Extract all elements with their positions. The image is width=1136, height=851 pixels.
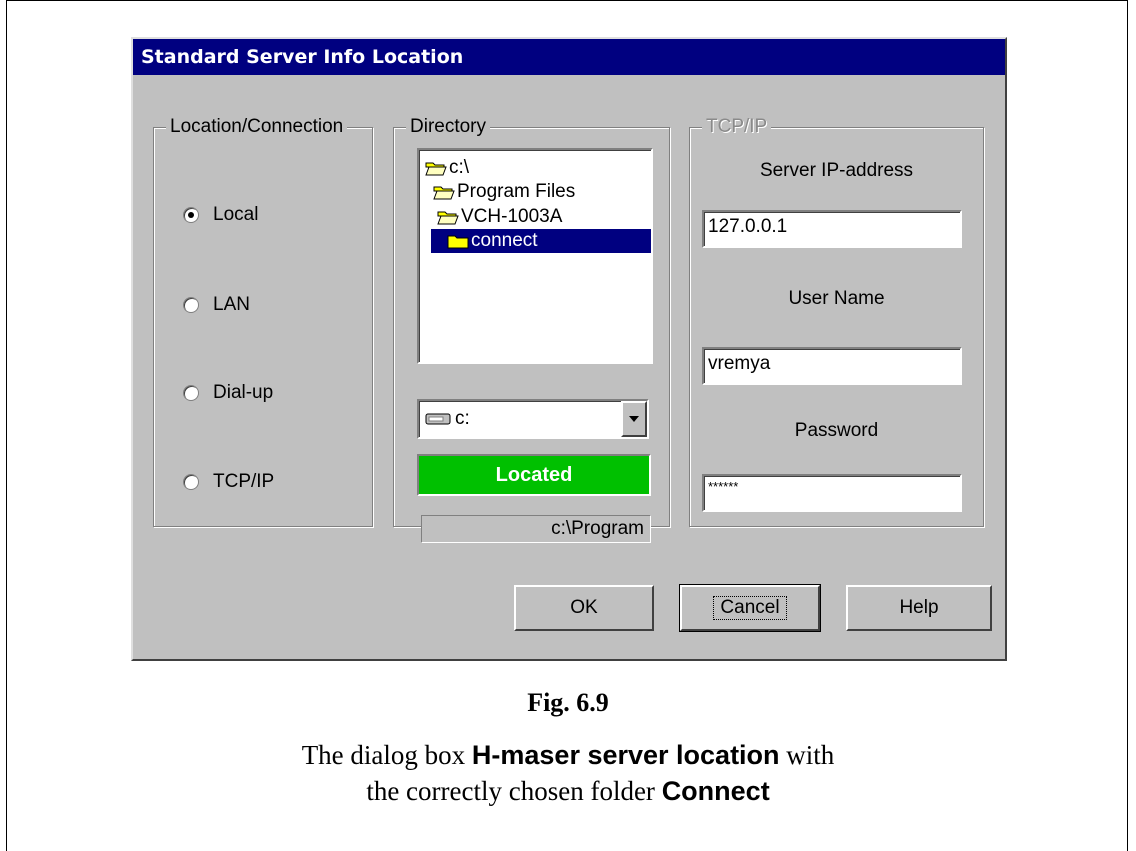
tree-item-connect[interactable]: connect: [431, 229, 651, 253]
user-name-field[interactable]: vremya: [702, 347, 962, 385]
cancel-button[interactable]: Cancel: [679, 584, 821, 632]
caption-bold-term: H-maser server location: [471, 740, 780, 770]
open-folder-icon: [425, 162, 447, 176]
directory-group: Directory c:\ Program Files VCH-1003A co…: [393, 116, 670, 543]
caption-line-1: The dialog box H-maser server location w…: [0, 737, 1136, 773]
cancel-button-label: Cancel: [713, 596, 787, 620]
password-field[interactable]: ******: [702, 474, 962, 512]
tree-item-label: Program Files: [457, 181, 576, 202]
caption-bold-term: Connect: [661, 776, 770, 806]
radio-dial-up-label: Dial-up: [213, 382, 274, 403]
tree-item-vch-1003a[interactable]: VCH-1003A: [437, 205, 562, 229]
tcpip-group-label: TCP/IP: [702, 116, 772, 138]
radio-dial-up-indicator[interactable]: [183, 385, 199, 401]
radio-local-indicator[interactable]: [183, 207, 199, 223]
user-name-label: User Name: [788, 288, 885, 309]
tcpip-group: TCP/IP Server IP-address 127.0.0.1 User …: [689, 116, 984, 527]
tree-item-program-files[interactable]: Program Files: [433, 180, 575, 204]
radio-tcpip-label: TCP/IP: [213, 471, 275, 492]
tree-item-label: c:\: [449, 157, 470, 178]
radio-lan-label: LAN: [213, 294, 250, 315]
radio-local[interactable]: Local: [183, 204, 258, 226]
dropdown-arrow-icon: [629, 416, 639, 422]
figure-caption: The dialog box H-maser server location w…: [0, 737, 1136, 809]
open-folder-icon: [437, 211, 459, 225]
password-label: Password: [794, 420, 879, 441]
radio-lan-indicator[interactable]: [183, 297, 199, 313]
caption-line-2: the correctly chosen folder Connect: [0, 773, 1136, 809]
caption-text: The dialog box: [301, 740, 472, 770]
radio-local-label: Local: [213, 204, 259, 225]
radio-dial-up[interactable]: Dial-up: [183, 382, 273, 404]
help-button-label: Help: [899, 597, 939, 618]
caption-text: the correctly chosen folder: [366, 776, 662, 806]
radio-tcpip[interactable]: TCP/IP: [183, 471, 274, 493]
help-button[interactable]: Help: [846, 585, 992, 631]
location-connection-group: Location/Connection Local LAN Dial-up TC…: [153, 116, 373, 527]
tree-item-root[interactable]: c:\: [425, 156, 469, 180]
open-folder-icon: [433, 186, 455, 200]
ok-button-label: OK: [570, 597, 598, 618]
server-location-dialog: Standard Server Info Location Location/C…: [131, 37, 1007, 661]
folder-icon: [447, 235, 469, 249]
drive-icon: [425, 413, 451, 425]
ok-button[interactable]: OK: [514, 585, 654, 631]
dialog-title: Standard Server Info Location: [133, 39, 1005, 75]
location-status: Located: [417, 454, 651, 496]
dropdown-arrow-button[interactable]: [621, 401, 647, 437]
drive-label: c:: [455, 408, 470, 429]
tree-item-label: VCH-1003A: [461, 206, 563, 227]
server-ip-label: Server IP-address: [759, 160, 914, 181]
radio-lan[interactable]: LAN: [183, 294, 250, 316]
directory-tree[interactable]: c:\ Program Files VCH-1003A connect: [417, 148, 653, 364]
drive-select-value: c:: [425, 401, 470, 437]
location-connection-label: Location/Connection: [166, 116, 348, 138]
directory-group-label: Directory: [406, 116, 491, 138]
figure-number: Fig. 6.9: [527, 688, 609, 717]
caption-text: with: [779, 740, 835, 770]
server-ip-field[interactable]: 127.0.0.1: [702, 210, 962, 248]
radio-selected-dot: [188, 212, 194, 218]
path-readout: c:\Program: [421, 515, 651, 543]
drive-select[interactable]: c:: [417, 399, 649, 439]
tree-item-label: connect: [471, 230, 538, 251]
radio-tcpip-indicator[interactable]: [183, 474, 199, 490]
